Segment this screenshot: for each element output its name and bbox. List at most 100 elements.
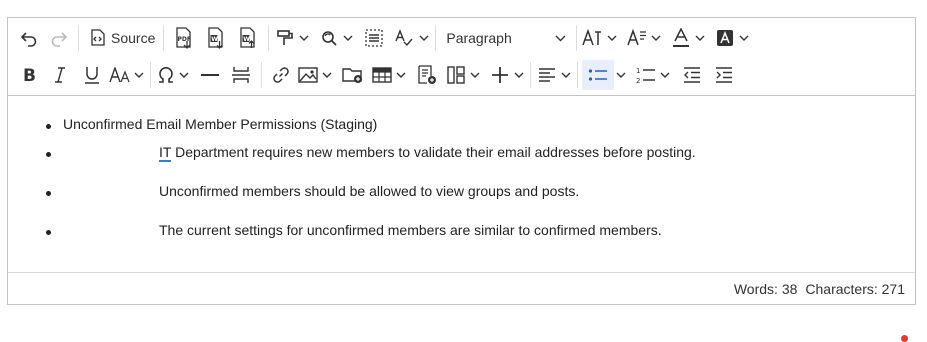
background-color-dropdown[interactable] (737, 35, 751, 41)
find-replace-dropdown[interactable] (341, 35, 355, 41)
text-case-button[interactable] (108, 60, 132, 90)
insert-template-button[interactable] (412, 60, 442, 90)
font-size-dropdown[interactable] (605, 35, 619, 41)
insert-button[interactable] (488, 60, 512, 90)
import-word-icon: W (240, 27, 256, 48)
editor-content[interactable]: Unconfirmed Email Member Permissions (St… (8, 96, 915, 342)
format-painter-dropdown[interactable] (297, 35, 311, 41)
toolbar-row-1: Source PDF W W Paragraph (8, 19, 751, 57)
image-icon (298, 67, 318, 83)
list-item-text: IT Department requires new members to va… (159, 144, 696, 162)
chevron-down-icon (343, 35, 353, 41)
svg-text:B: B (23, 66, 36, 84)
font-size-icon (582, 29, 602, 46)
text-case-dropdown[interactable] (132, 72, 146, 78)
spellcheck-word[interactable]: IT (159, 144, 172, 162)
paragraph-format-select[interactable]: Paragraph (440, 23, 572, 53)
layout-button[interactable] (444, 60, 468, 90)
toolbar-separator (577, 62, 578, 88)
folder-icon (342, 68, 362, 83)
bold-button[interactable]: B (14, 60, 44, 90)
list-item-text: Unconfirmed members should be allowed to… (159, 183, 580, 199)
italic-button[interactable] (44, 60, 76, 90)
decrease-indent-button[interactable] (676, 60, 708, 90)
template-icon (418, 65, 436, 84)
numbered-list-dropdown[interactable] (658, 72, 672, 78)
insert-dropdown[interactable] (512, 72, 526, 78)
format-painter-button[interactable] (273, 23, 297, 53)
chevron-down-icon (695, 35, 705, 41)
notification-dot[interactable] (901, 335, 908, 342)
bulleted-list-dropdown[interactable] (614, 72, 628, 78)
svg-text:1: 1 (636, 67, 640, 75)
export-word-button[interactable]: W (200, 23, 232, 53)
outdent-icon (684, 67, 700, 83)
font-size-button[interactable] (581, 23, 605, 53)
indent-icon (716, 67, 732, 83)
file-manager-button[interactable] (338, 60, 368, 90)
chevron-down-icon (419, 35, 429, 41)
insert-image-button[interactable] (296, 60, 320, 90)
horizontal-line-icon (201, 74, 219, 76)
font-family-button[interactable] (625, 23, 649, 53)
toolbar-separator (78, 25, 79, 51)
font-color-dropdown[interactable] (693, 35, 707, 41)
spellcheck-dropdown[interactable] (417, 35, 431, 41)
bold-icon: B (23, 66, 36, 84)
underline-button[interactable] (76, 60, 108, 90)
page-break-button[interactable] (225, 60, 257, 90)
list-bullet (46, 124, 51, 129)
chevron-down-icon (470, 72, 480, 78)
list-item-text: Unconfirmed Email Member Permissions (St… (63, 116, 378, 132)
omega-icon (159, 67, 173, 83)
toolbar-separator (261, 62, 262, 88)
link-icon (273, 67, 289, 83)
italic-icon (55, 67, 65, 83)
find-replace-button[interactable] (317, 23, 341, 53)
toolbar-separator (576, 25, 578, 51)
increase-indent-button[interactable] (708, 60, 740, 90)
source-button[interactable]: Source (83, 23, 159, 53)
toolbar-separator (268, 25, 270, 51)
import-word-button[interactable]: W (232, 23, 264, 53)
source-label: Source (111, 30, 156, 46)
special-characters-button[interactable] (155, 60, 177, 90)
insert-table-button[interactable] (370, 60, 394, 90)
undo-button[interactable] (14, 23, 44, 53)
numbered-list-icon: 12 (636, 67, 655, 84)
list-bullet (46, 152, 51, 157)
select-all-button[interactable] (359, 23, 389, 53)
export-pdf-button[interactable]: PDF (168, 23, 200, 53)
text-align-dropdown[interactable] (559, 72, 573, 78)
table-icon (372, 67, 392, 83)
font-color-icon (673, 28, 690, 47)
chevron-down-icon (299, 35, 309, 41)
spellcheck-button[interactable] (391, 23, 417, 53)
link-button[interactable] (266, 60, 296, 90)
plus-icon (492, 67, 508, 83)
special-characters-dropdown[interactable] (177, 72, 191, 78)
font-color-button[interactable] (669, 23, 693, 53)
chevron-down-icon (660, 72, 670, 78)
insert-image-dropdown[interactable] (320, 72, 334, 78)
layout-dropdown[interactable] (468, 72, 482, 78)
numbered-list-button[interactable]: 12 (634, 60, 658, 90)
undo-icon (20, 32, 37, 47)
bulleted-list-button[interactable] (582, 60, 614, 90)
chevron-down-icon (134, 72, 144, 78)
toolbar-separator (163, 25, 165, 51)
insert-table-dropdown[interactable] (394, 72, 408, 78)
chevron-down-icon (616, 72, 626, 78)
font-family-dropdown[interactable] (649, 35, 663, 41)
horizontal-line-button[interactable] (195, 60, 225, 90)
redo-button[interactable] (44, 23, 74, 53)
bulleted-list-icon (588, 69, 607, 81)
select-all-icon (365, 29, 384, 47)
text-align-button[interactable] (535, 60, 559, 90)
background-color-button[interactable] (713, 23, 737, 53)
format-painter-icon (277, 30, 294, 45)
toolbar-separator (435, 25, 437, 51)
chevron-down-icon (322, 72, 332, 78)
word-count: Words: 38 (733, 280, 798, 297)
list-item-text: The current settings for unconfirmed mem… (159, 222, 662, 238)
